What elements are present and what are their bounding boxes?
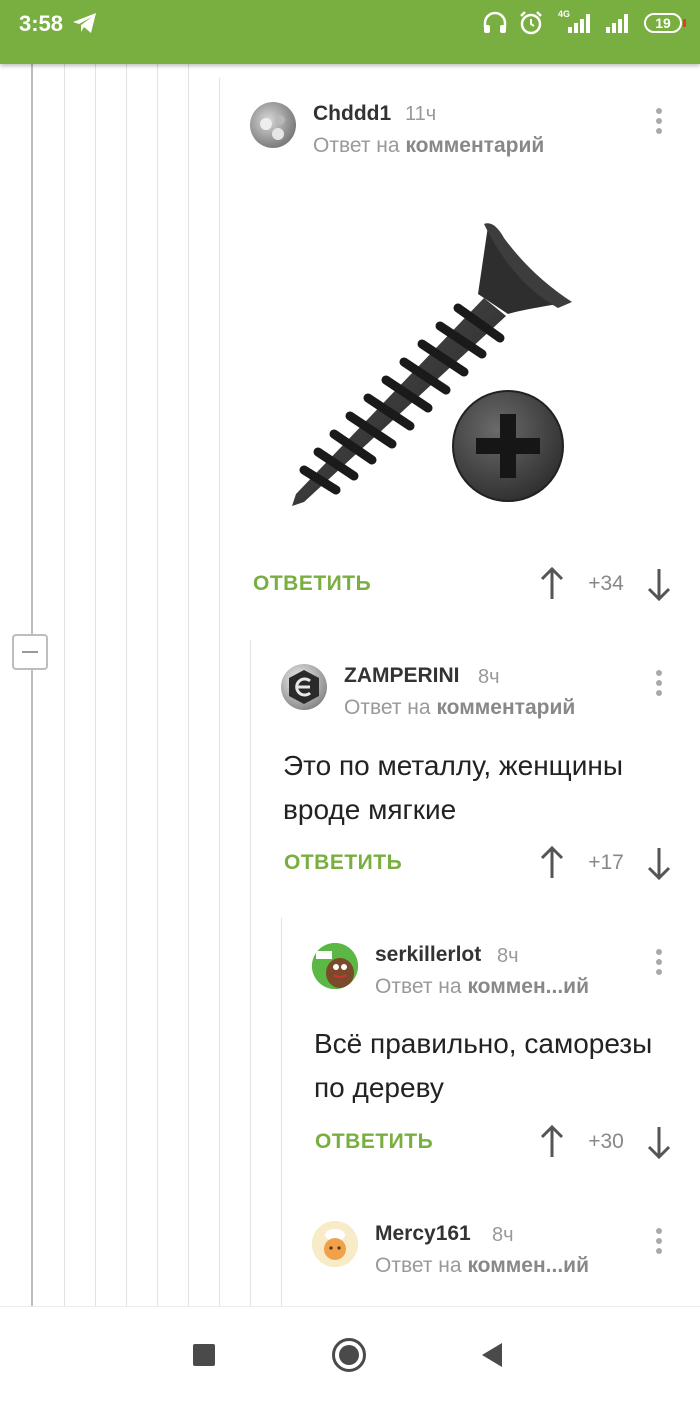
reply-button[interactable]: ОТВЕТИТЬ [284, 851, 402, 875]
back-icon[interactable] [482, 1343, 502, 1367]
more-options-icon[interactable] [653, 949, 665, 983]
thread-line [95, 64, 96, 1306]
avatar[interactable] [250, 102, 296, 148]
navigation-bar [0, 1306, 700, 1401]
thread-line [64, 64, 65, 1306]
reply-to-label: Ответ на коммен...ий [375, 975, 589, 999]
comment-time: 8ч [497, 945, 519, 967]
vote-down-icon[interactable] [644, 845, 674, 881]
home-icon[interactable] [332, 1338, 366, 1372]
signal-icon: 4G [554, 9, 594, 35]
reply-to-link[interactable]: комментарий [405, 134, 544, 157]
comment-author[interactable]: serkillerlot [375, 943, 481, 967]
reply-prefix: Ответ на [313, 134, 400, 157]
comment-time: 8ч [478, 666, 500, 688]
comment-text: Это по металлу, женщины вроде мягкие [283, 750, 623, 825]
vote-down-icon[interactable] [644, 566, 674, 602]
avatar[interactable] [312, 1221, 358, 1267]
thread-line [281, 918, 282, 1306]
reply-prefix: Ответ на [375, 1254, 462, 1277]
reply-to-link[interactable]: коммен...ий [467, 1254, 589, 1277]
thread-line [250, 640, 251, 1306]
reply-to-link[interactable]: коммен...ий [467, 975, 589, 998]
thread-line [31, 64, 33, 1306]
reply-to-label: Ответ на комментарий [313, 134, 544, 158]
recent-apps-icon[interactable] [193, 1344, 215, 1366]
battery-icon: 19 [644, 13, 686, 33]
comment-author[interactable]: ZAMPERINI [344, 664, 460, 688]
reply-to-link[interactable]: комментарий [436, 696, 575, 719]
comment-score: +30 [588, 1130, 624, 1153]
reply-button[interactable]: ОТВЕТИТЬ [253, 572, 371, 596]
vote-up-icon[interactable] [537, 566, 567, 602]
comment-time: 8ч [492, 1224, 514, 1246]
status-time: 3:58 [19, 11, 64, 36]
screw-image[interactable] [270, 190, 590, 530]
comment-author[interactable]: Mercy161 [375, 1222, 471, 1246]
reply-prefix: Ответ на [344, 696, 431, 719]
status-icons: 4G 19 [482, 9, 686, 36]
comment-score: +17 [588, 851, 624, 874]
vote-down-icon[interactable] [644, 1124, 674, 1160]
more-options-icon[interactable] [653, 1228, 665, 1262]
comment-author[interactable]: Chddd1 [313, 102, 391, 126]
vote-up-icon[interactable] [537, 1124, 567, 1160]
reply-to-label: Ответ на комментарий [344, 696, 575, 720]
telegram-icon [72, 11, 98, 40]
thread-line [126, 64, 127, 1306]
reply-prefix: Ответ на [375, 975, 462, 998]
signal-icon [606, 14, 628, 33]
alarm-icon [520, 11, 542, 35]
comment-score: +34 [588, 572, 624, 595]
more-options-icon[interactable] [653, 108, 665, 142]
comment-text: Всё правильно, саморезы по дереву [314, 1028, 653, 1103]
comment-time: 11ч [405, 103, 437, 125]
headphones-icon [483, 11, 507, 33]
reply-to-label: Ответ на коммен...ий [375, 1254, 589, 1278]
avatar[interactable] [312, 943, 358, 989]
reply-button[interactable]: ОТВЕТИТЬ [315, 1130, 433, 1154]
thread-line [188, 64, 189, 1306]
thread-line [219, 78, 220, 1306]
vote-up-icon[interactable] [537, 845, 567, 881]
thread-line [157, 64, 158, 1306]
more-options-icon[interactable] [653, 670, 665, 704]
status-bar: 3:58 4G 19 [0, 0, 700, 64]
collapse-thread-button[interactable] [12, 634, 48, 670]
avatar[interactable] [281, 664, 327, 710]
